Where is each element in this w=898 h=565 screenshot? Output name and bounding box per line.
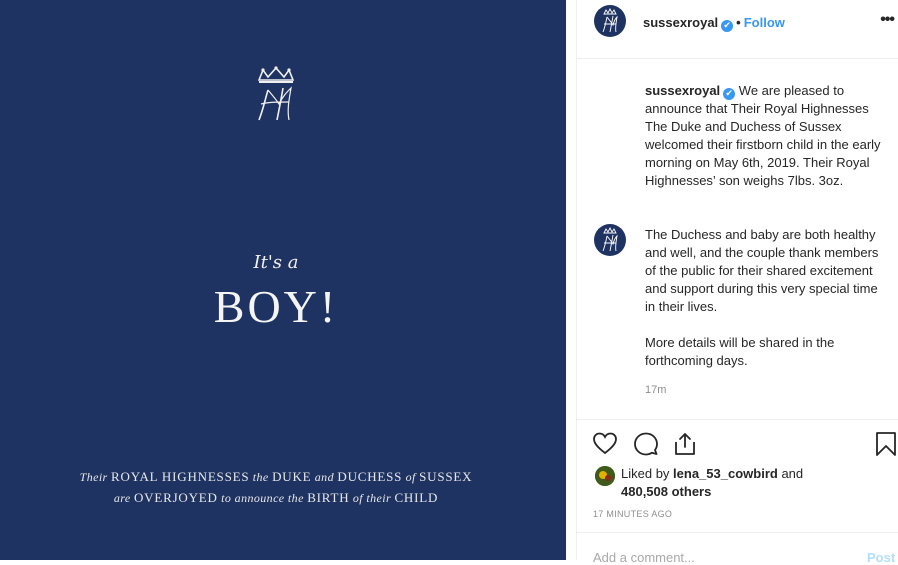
liked-by-username[interactable]: lena_53_cowbird	[673, 466, 778, 481]
post-age[interactable]: 17 MINUTES AGO	[593, 509, 672, 519]
panel-divider	[576, 0, 577, 560]
actions-separator	[577, 419, 898, 420]
comment-separator	[577, 532, 898, 533]
liked-by-avatar[interactable]	[595, 466, 615, 486]
caption-word: DUCHESS	[337, 469, 403, 484]
announcement-line-1: Their ROYAL HIGHNESSES the DUKE and DUCH…	[0, 469, 552, 485]
caption-word: BIRTH	[307, 490, 350, 505]
verified-badge-icon: ✔	[723, 88, 736, 100]
heart-like-icon[interactable]	[592, 431, 618, 457]
header-username[interactable]: sussexroyal	[643, 15, 718, 30]
caption-word: and	[311, 470, 338, 484]
separator-dot: •	[736, 15, 741, 30]
caption-word: of their	[349, 491, 395, 505]
post-image[interactable]: It's a BOY! Their ROYAL HIGHNESSES the D…	[0, 0, 566, 560]
liked-by-and: and	[777, 466, 804, 481]
caption-word: are	[113, 491, 134, 505]
liked-by-prefix: Liked by	[621, 466, 674, 481]
its-a-text: It's a	[253, 252, 299, 273]
caption-word: CHILD	[394, 490, 439, 505]
liked-by-text: Liked by lena_53_cowbird and 480,508 oth…	[621, 465, 803, 501]
comment-timestamp[interactable]: 17m	[645, 384, 666, 396]
post-comment-button[interactable]: Post	[867, 550, 895, 565]
caption-word: the	[249, 470, 273, 484]
verified-badge-icon: ✔	[721, 20, 734, 32]
header-user-line: sussexroyal ✔ • Follow	[643, 15, 785, 32]
boy-headline: BOY!	[213, 281, 339, 332]
caption-word: SUSSEX	[419, 469, 473, 484]
post-header: sussexroyal ✔ • Follow •••	[577, 0, 898, 59]
caption-word: DUKE	[272, 469, 312, 484]
caption-username[interactable]: sussexroyal	[645, 83, 720, 98]
caption-word: Their	[79, 470, 112, 484]
comment-paragraph-3: More details will be shared in the forth…	[645, 335, 835, 368]
more-options-icon[interactable]: •••	[880, 11, 895, 29]
caption-word: of	[402, 470, 420, 484]
profile-avatar[interactable]	[594, 5, 626, 37]
caption-word: ROYAL HIGHNESSES	[111, 469, 250, 484]
comment-avatar[interactable]	[594, 224, 626, 256]
caption-word: OVERJOYED	[133, 490, 218, 505]
announcement-line-2: are OVERJOYED to announce the BIRTH of t…	[0, 490, 552, 506]
comment-bubble-icon[interactable]	[633, 431, 659, 457]
monogram-icon	[602, 7, 618, 33]
caption-text: sussexroyal ✔ We are pleased to announce …	[645, 82, 890, 190]
follow-button[interactable]: Follow	[744, 15, 785, 30]
likes-count[interactable]: 480,508 others	[621, 484, 711, 499]
share-upload-icon[interactable]	[672, 431, 698, 457]
bookmark-save-icon[interactable]	[874, 431, 898, 457]
user-photo-icon	[595, 466, 615, 486]
caption-body: We are pleased to announce that Their Ro…	[645, 83, 881, 188]
monogram-icon	[602, 226, 618, 252]
add-comment-input[interactable]: Add a comment...	[593, 550, 695, 565]
royal-monogram-icon	[257, 66, 295, 121]
comment-paragraph-2: The Duchess and baby are both healthy an…	[645, 227, 879, 314]
caption-word: to announce the	[217, 491, 308, 505]
